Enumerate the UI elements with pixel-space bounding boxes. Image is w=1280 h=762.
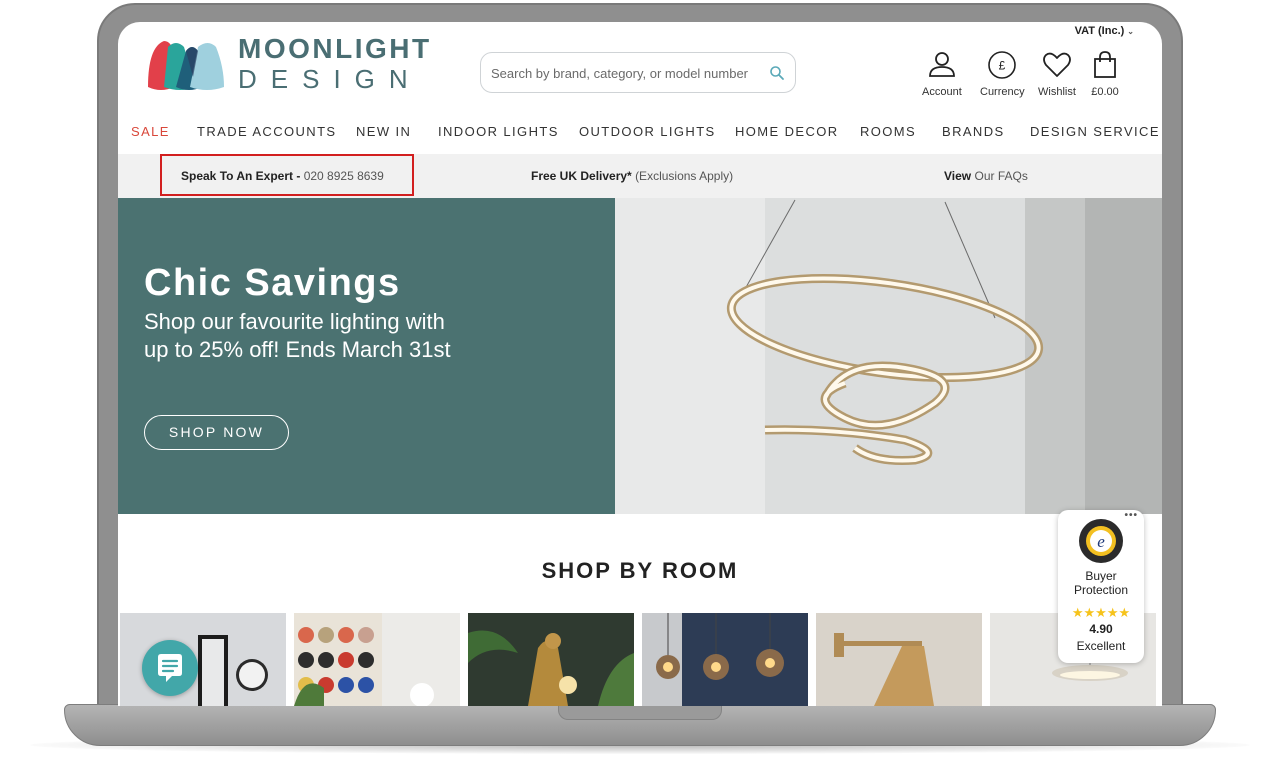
chat-icon (158, 654, 182, 682)
nav-item-rooms[interactable]: ROOMS (860, 124, 916, 139)
currency-button[interactable]: £ Currency (980, 50, 1025, 98)
pendant-light-image (615, 198, 1162, 514)
room-tile-hallway[interactable] (816, 613, 982, 706)
rating-stars: ★★★★★ (1071, 605, 1131, 620)
hero-image (615, 198, 1162, 514)
room-tile-kids[interactable] (294, 613, 460, 706)
faq-link[interactable]: View Our FAQs (944, 169, 1028, 183)
seal-letter: e (1097, 532, 1105, 551)
shop-now-button[interactable]: SHOP NOW (144, 415, 289, 450)
buyer-label: Buyer (1085, 569, 1117, 583)
delivery-label: Free UK Delivery* (531, 169, 632, 183)
nav-item-sale[interactable]: SALE (131, 124, 170, 139)
wishlist-label: Wishlist (1038, 86, 1076, 98)
more-options-icon[interactable]: ••• (1124, 510, 1138, 521)
browser-screen: VAT (Inc.)⌄ MOONLIGHT DESIGN Account £ C… (118, 22, 1162, 706)
rating-score: 4.90 (1089, 622, 1113, 636)
search-box[interactable] (480, 52, 796, 93)
logo-line-1: MOONLIGHT (238, 33, 432, 64)
currency-label: Currency (980, 86, 1025, 98)
expert-phone-link[interactable]: Speak To An Expert - 020 8925 8639 (181, 169, 384, 183)
rating-label: Excellent (1076, 639, 1126, 653)
delivery-note: (Exclusions Apply) (635, 169, 734, 183)
chevron-down-icon: ⌄ (1127, 27, 1134, 36)
user-icon (928, 52, 955, 77)
hero-subtitle: Shop our favourite lighting with up to 2… (144, 309, 451, 362)
faq-text: Our FAQs (974, 169, 1028, 183)
nav-item-home-decor[interactable]: HOME DECOR (735, 124, 839, 139)
currency-symbol: £ (999, 59, 1006, 73)
moonlight-logo-icon[interactable] (146, 37, 226, 93)
nav-item-indoor-lights[interactable]: INDOOR LIGHTS (438, 124, 559, 139)
hero-text-panel: Chic Savings Shop our favourite lighting… (118, 198, 615, 514)
trusted-shops-seal-icon: e (1079, 519, 1123, 563)
room-image (468, 613, 634, 706)
room-image (816, 613, 982, 706)
vat-label: VAT (Inc.) (1074, 25, 1125, 37)
vat-selector[interactable]: VAT (Inc.) ⌄ (1075, 25, 1134, 37)
shopping-bag-icon (1094, 51, 1116, 78)
room-image (294, 613, 460, 706)
nav-item-brands[interactable]: BRANDS (942, 124, 1005, 139)
currency-pound-icon: £ (988, 51, 1017, 79)
main-nav: SALE TRADE ACCOUNTS NEW IN INDOOR LIGHTS… (118, 124, 1162, 146)
wishlist-button[interactable]: Wishlist (1038, 50, 1076, 98)
nav-item-new-in[interactable]: NEW IN (356, 124, 411, 139)
nav-item-trade-accounts[interactable]: TRADE ACCOUNTS (197, 124, 337, 139)
room-tile-dining[interactable] (642, 613, 808, 706)
basket-button[interactable]: £0.00 (1090, 50, 1120, 98)
nav-item-design-service[interactable]: DESIGN SERVICE (1030, 124, 1160, 139)
search-icon[interactable] (769, 65, 785, 81)
hero-title: Chic Savings (144, 262, 401, 304)
nav-item-outdoor-lights[interactable]: OUTDOOR LIGHTS (579, 124, 716, 139)
expert-phone: 020 8925 8639 (303, 169, 384, 183)
logo-text[interactable]: MOONLIGHT DESIGN (238, 33, 432, 95)
laptop-notch (558, 704, 722, 720)
heart-icon (1043, 52, 1071, 77)
shop-by-room-heading: SHOP BY ROOM (541, 558, 739, 583)
expert-label: Speak To An Expert - (181, 169, 301, 183)
live-chat-button[interactable] (142, 640, 198, 696)
info-bar: Speak To An Expert - 020 8925 8639 Free … (118, 154, 1162, 198)
trusted-shops-badge[interactable]: ••• e Buyer Protection ★★★★★ 4.90 Excell… (1058, 510, 1144, 663)
search-input[interactable] (491, 62, 753, 84)
delivery-info[interactable]: Free UK Delivery* (Exclusions Apply) (531, 169, 733, 183)
hero-banner[interactable]: Chic Savings Shop our favourite lighting… (118, 198, 1162, 514)
room-tile-living-room[interactable] (468, 613, 634, 706)
room-image (642, 613, 808, 706)
logo-line-2: DESIGN (238, 64, 422, 94)
protection-label: Protection (1073, 583, 1129, 597)
account-label: Account (922, 86, 962, 98)
faq-view: View (944, 169, 972, 183)
basket-total: £0.00 (1091, 86, 1119, 98)
account-button[interactable]: Account (922, 50, 962, 98)
